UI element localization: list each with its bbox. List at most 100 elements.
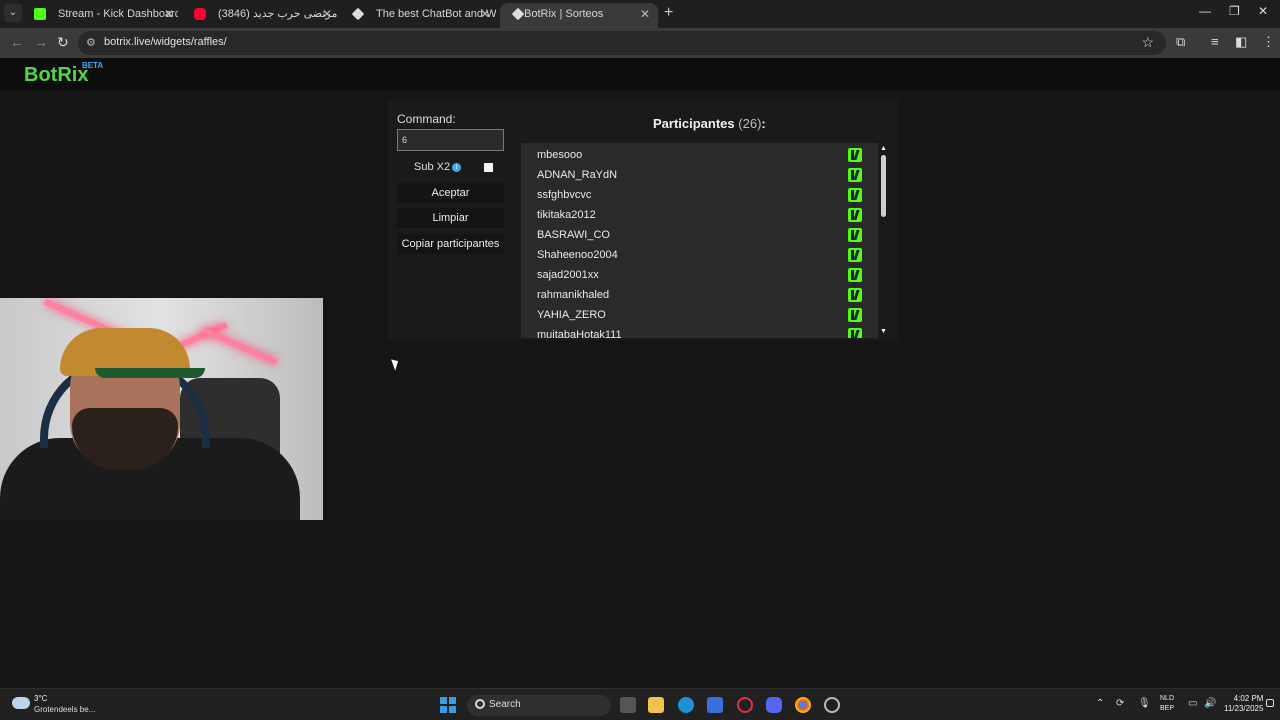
- task-view-icon[interactable]: [620, 697, 636, 713]
- participants-heading: Participantes: [653, 116, 735, 131]
- search-placeholder: Search: [489, 699, 521, 710]
- close-icon[interactable]: ✕: [640, 3, 650, 25]
- participants-count: (26): [738, 116, 762, 131]
- bookmark-star-icon[interactable]: ☆: [1141, 34, 1154, 51]
- start-icon[interactable]: [440, 697, 456, 713]
- participant-name: mujtabaHotak111: [537, 329, 622, 338]
- search-icon: [475, 699, 485, 709]
- minimize-icon[interactable]: —: [1199, 4, 1211, 18]
- menu-icon[interactable]: ⋮: [1262, 34, 1275, 50]
- app-header: BotRix BETA: [0, 58, 1280, 90]
- clock[interactable]: 4:02 PM 11/23/2025: [1224, 694, 1263, 714]
- weather-icon[interactable]: [12, 697, 30, 709]
- address-bar[interactable]: ⚙ botrix.live/widgets/raffles/ ☆: [78, 31, 1166, 55]
- scroll-down-arrow[interactable]: ▼: [880, 328, 887, 335]
- forward-icon[interactable]: →: [34, 34, 48, 50]
- beta-badge: BETA: [82, 61, 104, 70]
- list-item: mbesooo: [521, 145, 878, 165]
- participants-title: Participantes (26):: [653, 116, 766, 131]
- kick-icon: [848, 308, 862, 322]
- participant-name: Shaheenoo2004: [537, 249, 618, 261]
- command-input[interactable]: 6: [397, 129, 504, 151]
- kick-icon: [848, 148, 862, 162]
- kick-icon: [848, 208, 862, 222]
- browser-tab-bar: ⌄ Stream - Kick Dashboard ✕ (3846) یایوب…: [0, 0, 1280, 28]
- list-item: sajad2001xx: [521, 265, 878, 285]
- list-item: BASRAWI_CO: [521, 225, 878, 245]
- tab-kick-dashboard[interactable]: Stream - Kick Dashboard ✕: [22, 3, 182, 25]
- participant-name: YAHIA_ZERO: [537, 309, 606, 321]
- close-icon[interactable]: ✕: [480, 3, 490, 25]
- kick-icon: [848, 268, 862, 282]
- botrix-logo[interactable]: BotRix: [24, 64, 88, 87]
- show-hidden-icons[interactable]: ⌃: [1096, 698, 1104, 709]
- participant-name: ssfghbvcvc: [537, 189, 592, 201]
- keyboard-layout: BEP: [1160, 705, 1175, 712]
- kick-icon: [848, 248, 862, 262]
- clear-button[interactable]: Limpiar: [397, 208, 504, 228]
- close-icon[interactable]: ✕: [164, 3, 174, 25]
- tab-botrix-sorteos[interactable]: BotRix | Sorteos ✕: [500, 3, 658, 28]
- participant-name: tikitaka2012: [537, 209, 596, 221]
- sync-icon[interactable]: ⟳: [1116, 698, 1124, 709]
- tab-search-button[interactable]: ⌄: [4, 4, 22, 22]
- tab-youtube[interactable]: (3846) یایوبه ، مرتضی حرب جدید ✕: [182, 3, 340, 25]
- sub-x2-checkbox[interactable]: [484, 163, 493, 172]
- copy-participants-button[interactable]: Copiar participantes: [397, 234, 504, 254]
- microphone-icon[interactable]: 🎙: [1138, 698, 1151, 709]
- weather-description[interactable]: Grotendeels be...: [34, 705, 95, 714]
- tab-label: (3846) یایوبه ، مرتضی حرب جدید: [218, 8, 338, 20]
- participants-list[interactable]: mbesooo ADNAN_RaYdN ssfghbvcvc tikitaka2…: [521, 143, 878, 338]
- back-icon[interactable]: ←: [10, 34, 24, 50]
- notification-icon[interactable]: [1266, 699, 1274, 707]
- new-tab-button[interactable]: +: [664, 4, 673, 22]
- browser-toolbar: ← → ↻ ⚙ botrix.live/widgets/raffles/ ☆ ⧉…: [0, 28, 1280, 58]
- profile-icon[interactable]: ◧: [1235, 34, 1247, 50]
- discord-icon[interactable]: [766, 697, 782, 713]
- restore-icon[interactable]: ❐: [1229, 4, 1240, 18]
- media-control-icon[interactable]: ≡: [1211, 34, 1219, 49]
- botrix-icon: [351, 7, 365, 21]
- site-info-icon[interactable]: ⚙: [86, 36, 100, 50]
- participant-name: ADNAN_RaYdN: [537, 169, 618, 181]
- volume-icon[interactable]: 🔊: [1204, 698, 1216, 709]
- kick-icon: [848, 328, 862, 338]
- command-label: Command:: [397, 112, 456, 126]
- date: 11/23/2025: [1224, 704, 1264, 713]
- edge-icon[interactable]: [678, 697, 694, 713]
- close-icon[interactable]: ✕: [322, 3, 332, 25]
- file-explorer-icon[interactable]: [648, 697, 664, 713]
- tab-label: Stream - Kick Dashboard: [58, 8, 178, 20]
- info-icon[interactable]: i: [452, 163, 461, 172]
- taskbar-search[interactable]: Search: [467, 695, 611, 716]
- network-icon[interactable]: ▭: [1188, 698, 1197, 709]
- reload-icon[interactable]: ↻: [57, 34, 69, 51]
- scrollbar-thumb[interactable]: [881, 155, 886, 217]
- list-item: mujtabaHotak111: [521, 325, 878, 338]
- sub-x2-label: Sub X2: [414, 161, 451, 173]
- app-icon[interactable]: [824, 697, 840, 713]
- participant-name: rahmanikhaled: [537, 289, 610, 301]
- url-text: botrix.live/widgets/raffles/: [104, 36, 227, 48]
- list-item: rahmanikhaled: [521, 285, 878, 305]
- taskbar: 3°C Grotendeels be... Search ⌃ ⟳ 🎙 NLD BE…: [0, 688, 1280, 720]
- extensions-icon[interactable]: ⧉: [1176, 34, 1185, 50]
- store-icon[interactable]: [707, 697, 723, 713]
- scroll-up-arrow[interactable]: ▲: [880, 145, 887, 152]
- window-close-icon[interactable]: ✕: [1258, 4, 1268, 18]
- accept-button[interactable]: Aceptar: [397, 183, 504, 203]
- list-item: YAHIA_ZERO: [521, 305, 878, 325]
- cap-brim: [95, 368, 205, 378]
- mouse-cursor: [391, 357, 401, 371]
- language-indicator[interactable]: NLD BEP: [1160, 694, 1174, 714]
- participant-name: sajad2001xx: [537, 269, 599, 281]
- weather-temperature[interactable]: 3°C: [34, 694, 47, 703]
- tab-label: The best ChatBot and Widgets: [376, 8, 496, 20]
- opera-icon[interactable]: [737, 697, 753, 713]
- webcam-overlay: [0, 298, 323, 520]
- time: 4:02 PM: [1233, 694, 1264, 703]
- participant-name: BASRAWI_CO: [537, 229, 610, 241]
- chrome-icon[interactable]: [795, 697, 811, 713]
- tab-botrix-home[interactable]: The best ChatBot and Widgets ✕: [340, 3, 498, 25]
- participants-colon: :: [761, 116, 766, 131]
